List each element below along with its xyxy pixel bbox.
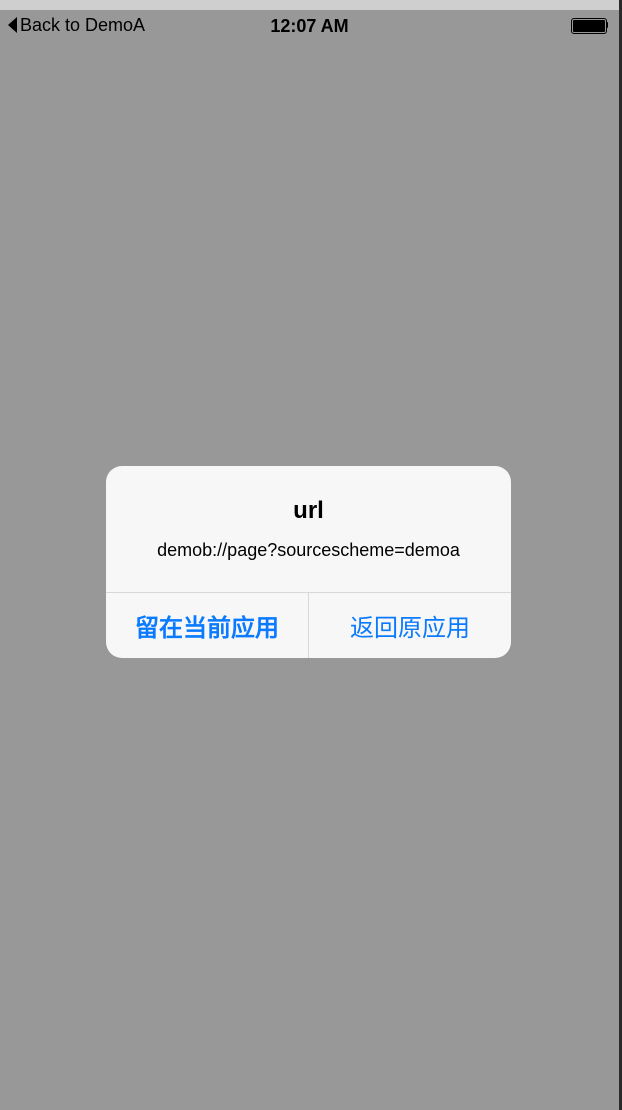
alert-dialog: url demob://page?sourcescheme=demoa 留在当前… — [106, 466, 511, 658]
battery-tip — [606, 22, 608, 28]
window-top-edge — [0, 0, 622, 10]
return-to-original-app-button[interactable]: 返回原应用 — [309, 593, 511, 658]
alert-title: url — [293, 497, 324, 524]
battery-body — [571, 18, 607, 34]
battery-level-fill — [573, 20, 605, 32]
battery-icon — [571, 18, 609, 34]
status-time: 12:07 AM — [270, 16, 349, 36]
stay-in-current-app-button[interactable]: 留在当前应用 — [106, 593, 308, 658]
screen: Back to DemoA 12:07 AM url demob://page?… — [0, 0, 622, 1110]
status-bar: Back to DemoA 12:07 AM — [0, 10, 619, 40]
alert-message: demob://page?sourcescheme=demoa — [157, 540, 460, 560]
